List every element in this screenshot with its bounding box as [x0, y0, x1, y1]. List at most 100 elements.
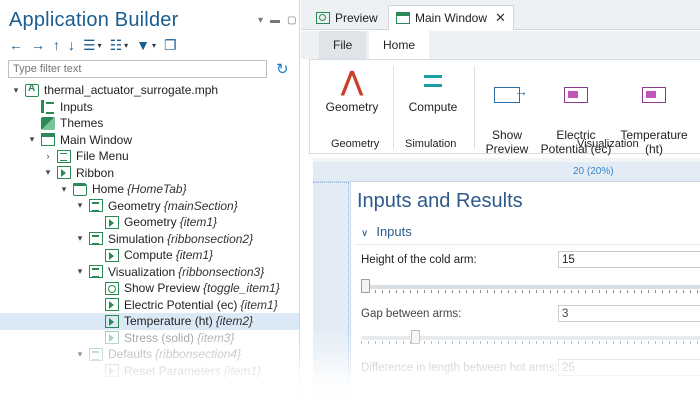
tree-node-tag: {ribbonsection2}	[167, 231, 254, 246]
plot-icon	[564, 87, 588, 103]
slider-thumb[interactable]	[411, 330, 420, 344]
expand-toggle-icon[interactable]: ▾	[26, 134, 38, 145]
hot-arm-length-difference-input[interactable]: 25	[558, 359, 700, 376]
tree-node-label: Geometry	[108, 198, 161, 213]
slider-thumb[interactable]	[361, 279, 370, 293]
form-canvas: Inputs and Results ∨ Inputs Height of the…	[350, 182, 700, 400]
tree-node[interactable]: Themes	[0, 115, 299, 132]
document-tab-bar: Preview Main Window ✕	[301, 0, 700, 30]
tree-node[interactable]: ▾ Defaults {ribbonsection4}	[0, 346, 299, 363]
show-preview-icon	[494, 84, 528, 103]
tree-node-label: thermal_actuator_surrogate.mph	[44, 83, 219, 98]
cold-arm-height-slider[interactable]	[361, 279, 700, 293]
gap-between-arms-input[interactable]: 3	[558, 305, 700, 322]
expand-toggle-icon[interactable]: ▾	[74, 233, 86, 244]
tree-node[interactable]: Compute {item1}	[0, 247, 299, 264]
group-label-simulation: Simulation	[405, 138, 457, 150]
tree-node[interactable]: ▾ Simulation {ribbonsection2}	[0, 231, 299, 248]
tab-main-window[interactable]: Main Window ✕	[388, 5, 514, 30]
ribbon-tab-file[interactable]: File	[319, 31, 367, 59]
expand-toggle-icon[interactable]: ›	[42, 151, 54, 161]
column-ruler: 20 (20%)	[313, 162, 700, 182]
tree-node-tag: {item1}	[179, 215, 218, 230]
back-arrow-icon[interactable]: ←	[9, 37, 23, 53]
window-icon	[396, 12, 410, 24]
item-icon	[105, 314, 119, 328]
tree-node[interactable]: ▾ thermal_actuator_surrogate.mph	[0, 82, 299, 99]
maximize-icon[interactable]: ▢	[287, 15, 296, 26]
tree-node-label: Themes	[60, 116, 104, 131]
inputs-section-header[interactable]: ∨ Inputs	[361, 224, 412, 239]
refresh-icon[interactable]: ↻	[276, 60, 289, 78]
compass-icon: ⋀	[341, 66, 363, 96]
equals-icon	[424, 75, 442, 87]
close-icon[interactable]: ✕	[495, 10, 506, 26]
expand-options-icon[interactable]: ☰ ▾	[83, 37, 102, 54]
filter-options-icon[interactable]: ▼ ▾	[136, 37, 156, 53]
expand-toggle-icon[interactable]: ▾	[58, 184, 70, 195]
tree-node[interactable]: Inputs	[0, 99, 299, 116]
section-divider	[355, 244, 700, 245]
tree-node[interactable]: Stress (solid) {item3}	[0, 330, 299, 347]
tree-node-label: Temperature (ht)	[124, 314, 213, 329]
tree-node[interactable]: ▾ Main Window	[0, 132, 299, 149]
tree-node-label: Main Window	[60, 132, 133, 147]
tree-node-tag: {mainSection}	[163, 198, 238, 213]
tree-node-tag: {ribbonsection4}	[155, 347, 242, 362]
preview-icon	[316, 11, 330, 24]
move-up-icon[interactable]: ↑	[53, 37, 60, 53]
tree-node-tag: {item1}	[223, 363, 262, 378]
tree-node-label: Show Preview	[124, 281, 201, 296]
show-preview-button[interactable]: Show Preview	[480, 67, 534, 156]
expand-toggle-icon[interactable]: ▾	[74, 200, 86, 211]
geometry-button-label: Geometry	[325, 100, 379, 114]
compute-button[interactable]: Compute	[404, 67, 462, 114]
tree-node-label: File Menu	[76, 149, 129, 164]
minimize-icon[interactable]: ▬	[270, 15, 280, 26]
ribbon-tab-home[interactable]: Home	[369, 31, 430, 59]
themes-icon	[41, 116, 55, 130]
tree-node-label: Stress (solid)	[124, 330, 195, 345]
tree-node[interactable]: ▾ Visualization {ribbonsection3}	[0, 264, 299, 281]
inputs-section-label: Inputs	[376, 224, 412, 239]
tree-node[interactable]: Geometry {item1}	[0, 214, 299, 231]
tree-toolbar: ← → ↑ ↓ ☰ ▾ ☷ ▾ ▼ ▾ ❐	[9, 36, 177, 54]
ruler-label: 20 (20%)	[573, 166, 614, 177]
tab-preview[interactable]: Preview	[309, 5, 385, 30]
tree-node-label: Simulation	[108, 231, 165, 246]
expand-toggle-icon[interactable]: ▾	[74, 349, 86, 360]
cold-arm-height-input[interactable]: 15	[558, 251, 700, 268]
field-label-cold-arm-height: Height of the cold arm:	[361, 254, 477, 266]
tree-node[interactable]: Show Preview {toggle_item1}	[0, 280, 299, 297]
window-icon	[41, 133, 55, 147]
tree-filter-input[interactable]	[8, 60, 267, 78]
toggle-icon	[105, 281, 119, 295]
tree-node[interactable]: ▾ Geometry {mainSection}	[0, 198, 299, 215]
collapse-options-icon[interactable]: ☷ ▾	[110, 37, 129, 54]
tree-node[interactable]: › File Menu	[0, 148, 299, 165]
tree-node-tag: {toggle_item1}	[203, 281, 280, 296]
model-tree: ▾ thermal_actuator_surrogate.mphInputs The…	[0, 82, 299, 379]
copy-icon[interactable]: ❐	[164, 37, 177, 54]
tree-node[interactable]: ▾ Home {HomeTab}	[0, 181, 299, 198]
forward-arrow-icon[interactable]: →	[31, 37, 45, 53]
tree-node-label: Defaults	[108, 347, 153, 362]
geometry-button[interactable]: ⋀ Geometry	[324, 67, 380, 114]
tree-node[interactable]: Reset Parameters {item1}	[0, 363, 299, 380]
move-down-icon[interactable]: ↓	[68, 37, 75, 53]
gap-between-arms-slider[interactable]	[361, 330, 700, 344]
declarations-icon	[41, 100, 55, 115]
tree-node-label: Geometry	[124, 215, 177, 230]
section-icon	[89, 265, 103, 279]
expand-toggle-icon[interactable]: ▾	[74, 266, 86, 277]
expand-toggle-icon[interactable]: ▾	[10, 85, 22, 96]
tree-node[interactable]: Electric Potential (ec) {item1}	[0, 297, 299, 314]
expand-toggle-icon[interactable]: ▾	[42, 167, 54, 178]
tree-node[interactable]: ▾ Ribbon	[0, 165, 299, 182]
tree-node-label: Compute	[124, 248, 173, 263]
dropdown-icon[interactable]: ▾	[258, 15, 263, 26]
folder-icon	[73, 182, 87, 196]
application-builder-panel: Application Builder ▾ ▬ ▢ ← → ↑ ↓ ☰ ▾ ☷ ▾ …	[0, 0, 300, 400]
item-icon	[105, 298, 119, 312]
tree-node[interactable]: Temperature (ht) {item2}	[0, 313, 299, 330]
